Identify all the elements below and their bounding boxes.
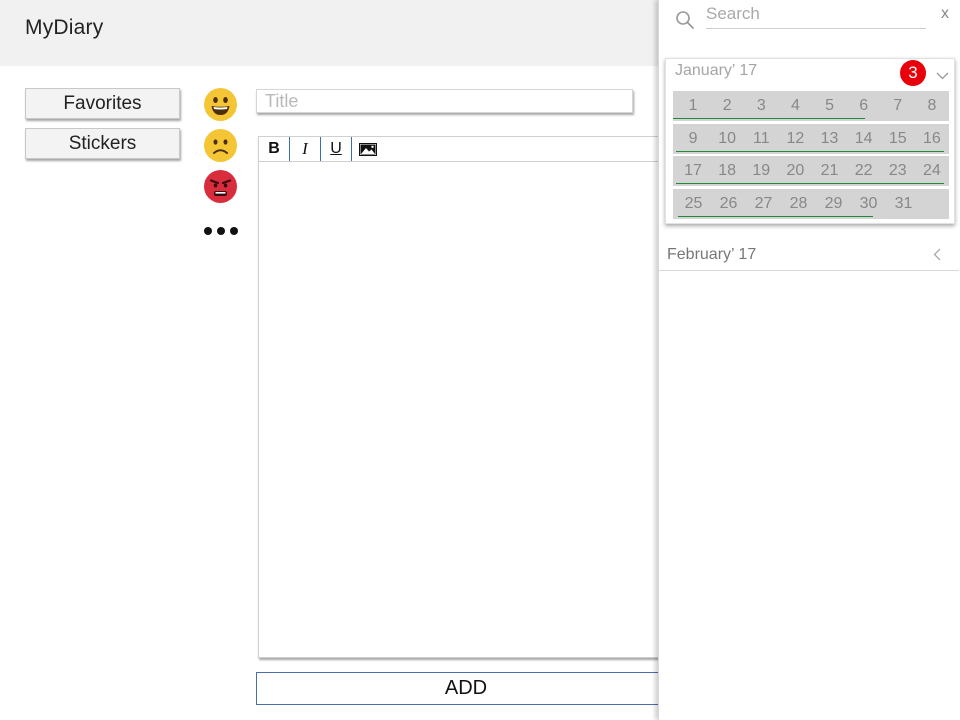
entries-panel: x January’ 17 3 12345678 910111213141516… — [658, 0, 960, 720]
calendar-day[interactable]: 21 — [813, 162, 847, 180]
title-input[interactable] — [256, 89, 633, 113]
more-moods-icon[interactable] — [204, 222, 238, 240]
calendar-day[interactable]: 17 — [676, 162, 710, 180]
calendar-day[interactable]: 26 — [711, 195, 746, 213]
calendar-day[interactable]: 30 — [851, 195, 886, 213]
month-title: February’ 17 — [667, 246, 757, 263]
insert-image-icon[interactable] — [352, 137, 383, 161]
calendar-day[interactable]: 1 — [676, 97, 710, 115]
entry-underline — [676, 183, 944, 184]
calendar-day[interactable]: 9 — [676, 130, 710, 148]
calendar-day[interactable]: 8 — [915, 97, 949, 115]
calendar-day[interactable]: 18 — [710, 162, 744, 180]
calendar-day[interactable]: 3 — [744, 97, 778, 115]
calendar-day[interactable]: 19 — [744, 162, 778, 180]
entry-underline — [673, 118, 865, 119]
entry-count-badge: 3 — [900, 60, 926, 86]
app-title: MyDiary — [25, 16, 104, 39]
calendar-day[interactable]: 11 — [744, 130, 778, 148]
month-row-february[interactable]: February’ 17 — [659, 240, 959, 271]
week-row[interactable]: 12345678 — [673, 91, 949, 121]
calendar-day[interactable]: 31 — [886, 195, 921, 213]
dot — [217, 227, 225, 235]
week-row[interactable]: 9 10 11 12 13 14 15 16 — [673, 124, 949, 154]
calendar-day[interactable]: 23 — [881, 162, 915, 180]
calendar-day[interactable]: 24 — [915, 162, 949, 180]
calendar-day[interactable]: 15 — [881, 130, 915, 148]
calendar-day[interactable]: 29 — [816, 195, 851, 213]
entry-editor[interactable]: B I U — [258, 136, 678, 658]
calendar-day[interactable]: 6 — [847, 97, 881, 115]
stickers-button[interactable]: Stickers — [25, 128, 180, 159]
search-input[interactable] — [706, 2, 926, 29]
dot — [204, 227, 212, 235]
angry-face-icon[interactable] — [204, 170, 237, 203]
month-card-january: January’ 17 3 12345678 9 10 11 12 13 14 15 16 1… — [665, 58, 955, 224]
calendar-day[interactable]: 4 — [778, 97, 812, 115]
week-row[interactable]: 25 26 27 28 29 30 31 — [673, 189, 949, 219]
calendar-day[interactable]: 12 — [778, 130, 812, 148]
italic-button[interactable]: I — [290, 137, 321, 161]
entry-underline — [676, 151, 944, 152]
chevron-left-icon[interactable] — [933, 248, 941, 266]
dot — [230, 227, 238, 235]
diary-app: MyDiary Favorites Stickers Title B I U A… — [0, 0, 960, 720]
happy-face-icon[interactable] — [204, 88, 237, 121]
calendar-day[interactable]: 14 — [847, 130, 881, 148]
calendar-day[interactable]: 22 — [847, 162, 881, 180]
calendar-day[interactable]: 27 — [746, 195, 781, 213]
calendar-day[interactable]: 13 — [813, 130, 847, 148]
close-icon[interactable]: x — [941, 5, 949, 23]
add-button[interactable]: ADD — [256, 672, 676, 705]
calendar-day[interactable]: 28 — [781, 195, 816, 213]
formatting-toolbar: B I U — [259, 137, 677, 162]
calendar-day[interactable]: 7 — [881, 97, 915, 115]
underline-button[interactable]: U — [321, 137, 352, 161]
calendar-day[interactable]: 5 — [813, 97, 847, 115]
sad-face-icon[interactable] — [204, 129, 237, 162]
calendar-day[interactable]: 2 — [710, 97, 744, 115]
favorites-button[interactable]: Favorites — [25, 88, 180, 119]
week-row[interactable]: 17 18 19 20 21 22 23 24 — [673, 156, 949, 186]
calendar-day[interactable]: 25 — [676, 195, 711, 213]
month-title: January’ 17 — [675, 62, 758, 79]
calendar-day[interactable]: 16 — [915, 130, 949, 148]
search-icon — [675, 10, 695, 35]
calendar-day[interactable]: 10 — [710, 130, 744, 148]
entry-underline — [678, 216, 873, 217]
chevron-down-icon[interactable] — [936, 67, 949, 85]
bold-button[interactable]: B — [259, 137, 290, 161]
calendar-day[interactable]: 20 — [778, 162, 812, 180]
